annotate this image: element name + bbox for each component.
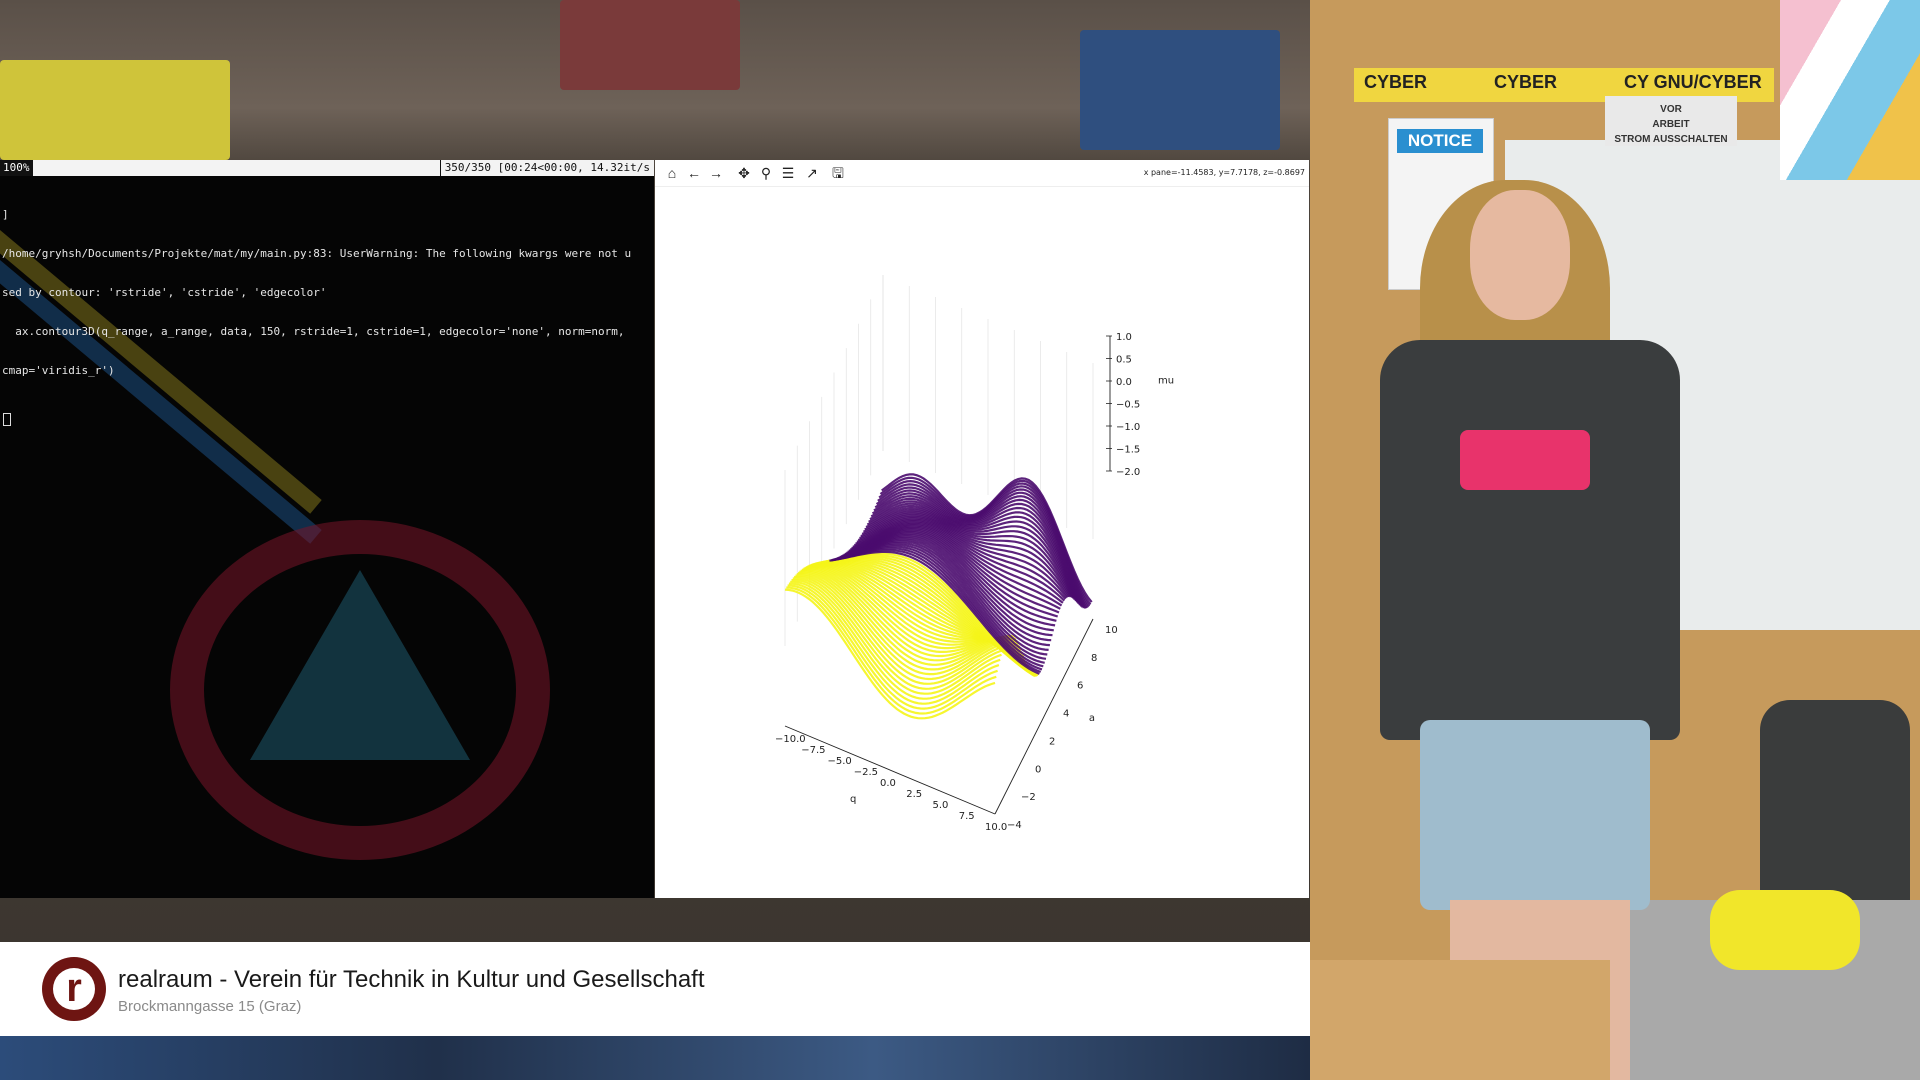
sign-line: ARBEIT xyxy=(1652,119,1690,130)
a-tick-label: −4 xyxy=(1007,820,1022,831)
sign-line: VOR xyxy=(1660,104,1682,115)
mu-tick-label: −2.0 xyxy=(1116,467,1140,478)
banner-word: CYBER xyxy=(1364,72,1428,92)
arrow-right-icon[interactable]: → xyxy=(707,165,725,181)
q-tick-label: −10.0 xyxy=(775,734,806,745)
plot-canvas[interactable]: −10.0−7.5−5.0−2.50.02.55.07.510.0 −4−2024… xyxy=(655,186,1309,898)
move-icon[interactable]: ✥ xyxy=(735,165,753,181)
background-red-box xyxy=(560,0,740,90)
q-tick-label: 10.0 xyxy=(985,822,1007,833)
person-shorts xyxy=(1420,720,1650,910)
a-axis-label: a xyxy=(1089,713,1095,724)
camera-view: CYBER CYBER CY GNU/CYBER VOR ARBEIT STRO… xyxy=(1310,0,1920,1080)
warning-sign: VOR ARBEIT STROM AUSSCHALTEN xyxy=(1605,96,1737,146)
chart-edit-icon[interactable]: ↗ xyxy=(803,165,821,181)
a-tick-label: 0 xyxy=(1035,764,1041,775)
terminal-line: /home/gryhsh/Documents/Projekte/mat/my/m… xyxy=(2,247,632,260)
organisation-name: realraum - Verein für Technik in Kultur … xyxy=(118,966,705,993)
terminal-line: sed by contour: 'rstride', 'cstride', 'e… xyxy=(2,286,327,299)
a-tick-label: 2 xyxy=(1049,736,1055,747)
realraum-logo: r 3 xyxy=(42,955,106,1021)
background-blue-box xyxy=(1080,30,1280,150)
plot-window[interactable]: ⌂ ← → ✥ ⚲ ☰ ↗ 🖫 x pane=-11.4583, y=7.717… xyxy=(655,160,1309,898)
sign-line: STROM AUSSCHALTEN xyxy=(1614,134,1728,145)
mu-tick-label: −1.0 xyxy=(1116,422,1140,433)
plot-toolbar: ⌂ ← → ✥ ⚲ ☰ ↗ 🖫 x pane=-11.4583, y=7.717… xyxy=(655,160,1309,187)
person-head xyxy=(1470,190,1570,320)
zoom-icon[interactable]: ⚲ xyxy=(757,165,775,181)
arrow-left-icon[interactable]: ← xyxy=(685,165,703,181)
organisation-address: Brockmanngasse 15 (Graz) xyxy=(118,998,302,1015)
progress-percent: 100% xyxy=(0,160,33,176)
pride-flag xyxy=(1780,0,1920,180)
a-tick-label: 8 xyxy=(1091,653,1097,664)
mu-tick-label: 1.0 xyxy=(1116,332,1132,343)
a-tick-label: 4 xyxy=(1063,709,1069,720)
notice-title: NOTICE xyxy=(1397,129,1483,153)
terminal-window[interactable]: 100% 350/350 [00:24<00:00, 14.32it/s ] /… xyxy=(0,160,654,898)
q-tick-label: −2.5 xyxy=(854,767,878,778)
shirt-logo xyxy=(1460,430,1590,490)
sliders-icon[interactable]: ☰ xyxy=(779,165,797,181)
banner-word: CY GNU/CYBER xyxy=(1624,72,1762,92)
wallpaper-triangle xyxy=(250,570,470,760)
terminal-line: ] xyxy=(2,208,9,221)
q-tick-label: −5.0 xyxy=(828,756,852,767)
terminal-line: ax.contour3D(q_range, a_range, data, 150… xyxy=(2,325,625,338)
background-yellow-box xyxy=(0,60,230,160)
mu-axis-label: mu xyxy=(1158,376,1174,387)
terminal-cursor xyxy=(3,413,11,426)
terminal-output[interactable]: ] /home/gryhsh/Documents/Projekte/mat/my… xyxy=(2,182,652,403)
mu-tick-label: −0.5 xyxy=(1116,400,1140,411)
mu-tick-label: −1.5 xyxy=(1116,445,1140,456)
lower-third-banner: r 3 realraum - Verein für Technik in Kul… xyxy=(0,942,1310,1036)
home-icon[interactable]: ⌂ xyxy=(663,165,681,181)
a-tick-label: 10 xyxy=(1105,625,1118,636)
workbench xyxy=(1310,960,1610,1080)
cursor-coordinates: x pane=-11.4583, y=7.7178, z=-0.8697 xyxy=(1143,168,1305,177)
mu-tick-label: 0.5 xyxy=(1116,355,1132,366)
background-bottom-strip xyxy=(0,1036,1310,1080)
q-tick-label: −7.5 xyxy=(801,745,825,756)
progress-counter: 350/350 [00:24<00:00, 14.32it/s xyxy=(439,160,650,176)
contour-surface xyxy=(784,473,1093,720)
q-axis-label: q xyxy=(850,794,856,805)
q-tick-label: 7.5 xyxy=(959,811,975,822)
a-tick-label: 6 xyxy=(1077,681,1083,692)
yellow-cloth xyxy=(1710,890,1860,970)
q-tick-label: 2.5 xyxy=(906,789,922,800)
banner-word: CYBER xyxy=(1494,72,1558,92)
terminal-line: cmap='viridis_r') xyxy=(2,364,115,377)
person-shirt xyxy=(1380,340,1680,740)
q-tick-label: 0.0 xyxy=(880,778,896,789)
mu-tick-label: 0.0 xyxy=(1116,377,1132,388)
save-icon[interactable]: 🖫 xyxy=(829,165,847,181)
q-tick-label: 5.0 xyxy=(933,800,949,811)
terminal-statusbar: 100% 350/350 [00:24<00:00, 14.32it/s xyxy=(0,160,654,176)
q-axis-line xyxy=(784,725,996,815)
logo-letter: r xyxy=(53,968,95,1010)
a-tick-label: −2 xyxy=(1021,792,1036,803)
logo-superscript: 3 xyxy=(97,955,104,967)
